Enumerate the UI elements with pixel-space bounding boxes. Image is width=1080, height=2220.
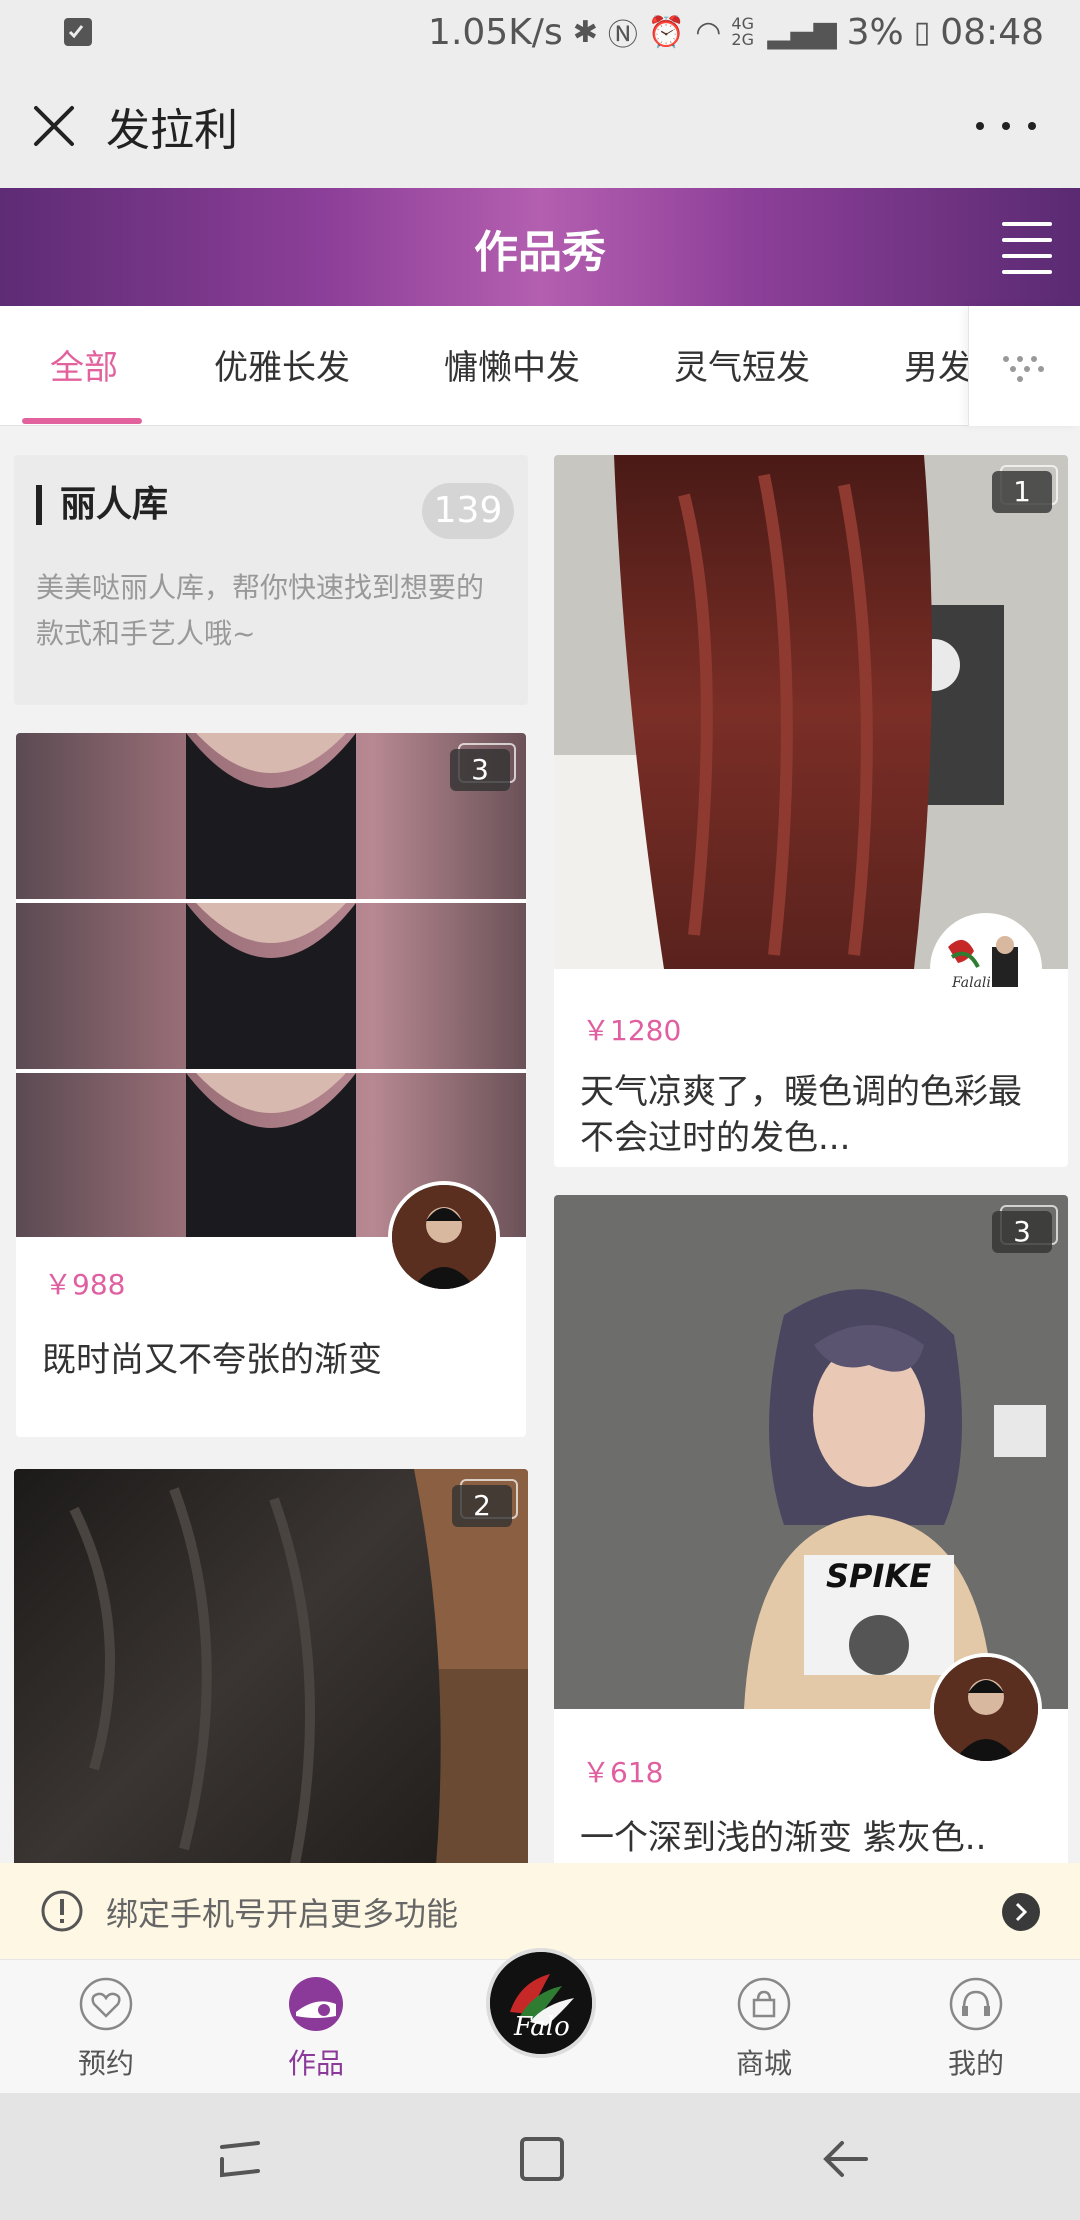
nav-label: 作品: [287, 2047, 344, 2080]
battery-percent: 3%: [846, 11, 904, 53]
back-icon[interactable]: [816, 2133, 876, 2185]
work-card[interactable]: 3 ￥988 既时尚又不夸张的渐变: [16, 733, 526, 1437]
page-title: 作品秀: [474, 227, 606, 278]
library-count-badge: 139: [422, 483, 514, 539]
stylist-avatar[interactable]: [388, 1181, 500, 1293]
status-indicators: 1.05K/s ✱ Ⓝ ⏰ ◠ 4G 2G ▂▄▆ 3% ▯ 08:48: [428, 8, 1044, 56]
tab-mens-hair[interactable]: 男发: [904, 340, 972, 389]
work-title: 天气凉爽了，暖色调的色彩最不会过时的发色...: [580, 1072, 1022, 1158]
recent-apps-icon[interactable]: [210, 2133, 270, 2185]
signal-label: 4G 2G: [731, 14, 754, 49]
alarm-icon: ⏰: [647, 14, 686, 50]
photo-count-badge: 2: [452, 1479, 518, 1527]
stylist-avatar[interactable]: [930, 1653, 1042, 1765]
more-tabs-button[interactable]: [968, 306, 1080, 426]
work-price: ￥988: [44, 1268, 126, 1301]
work-title: 一个深到浅的渐变 紫灰色..: [580, 1818, 987, 1858]
headset-icon: [949, 1977, 1003, 2031]
work-photo[interactable]: [14, 1469, 528, 1863]
category-tabs: 全部 优雅长发 慵懒中发 灵气短发 男发: [0, 306, 1080, 426]
page-banner: 作品秀: [0, 188, 1080, 306]
battery-icon: ▯: [913, 14, 931, 50]
tab-short-hair[interactable]: 灵气短发: [674, 340, 810, 389]
home-icon[interactable]: [512, 2133, 572, 2185]
photo-count-badge: 3: [450, 743, 516, 791]
active-tab-indicator: [22, 418, 142, 424]
stylist-avatar[interactable]: Falali: [930, 913, 1042, 1025]
work-card[interactable]: 2: [14, 1469, 528, 1863]
bluetooth-icon: ✱: [572, 14, 598, 50]
wifi-icon: ◠: [695, 14, 722, 50]
nav-shop[interactable]: 商城: [694, 1976, 834, 2082]
menu-icon[interactable]: [1002, 222, 1052, 274]
close-icon[interactable]: [28, 100, 80, 152]
library-title: 丽人库: [36, 485, 168, 525]
nav-me[interactable]: 我的: [906, 1976, 1046, 2082]
net-speed: 1.05K/s: [428, 11, 563, 53]
status-bar: 1.05K/s ✱ Ⓝ ⏰ ◠ 4G 2G ▂▄▆ 3% ▯ 08:48: [0, 0, 1080, 64]
library-card[interactable]: 丽人库 139 美美哒丽人库，帮你快速找到想要的款式和手艺人哦~: [14, 455, 528, 705]
work-card[interactable]: SPIKE 3 ￥618 一个深到浅的渐变 紫灰色..: [554, 1195, 1068, 1863]
bind-phone-notice[interactable]: 绑定手机号开启更多功能: [0, 1863, 1080, 1959]
work-photo[interactable]: [554, 455, 1068, 969]
work-price: ￥1280: [582, 1014, 682, 1047]
bottom-navigation: 预约 作品 Falo 商城 我的: [0, 1948, 1080, 2093]
nav-label: 我的: [947, 2047, 1004, 2080]
info-icon: [41, 1890, 83, 1932]
work-photo[interactable]: SPIKE: [554, 1195, 1068, 1709]
tab-all[interactable]: 全部: [50, 340, 118, 389]
signal-icon: ▂▄▆: [767, 14, 837, 50]
clock: 08:48: [940, 11, 1044, 53]
nav-label: 预约: [77, 2047, 134, 2080]
bag-icon: [737, 1977, 791, 2031]
nav-works[interactable]: 作品: [246, 1976, 386, 2082]
tab-medium-hair[interactable]: 慵懒中发: [444, 340, 580, 389]
system-navigation-bar: [0, 2093, 1080, 2220]
photo-count-badge: 3: [992, 1205, 1058, 1253]
brand-logo-text: Falo: [514, 2012, 570, 2042]
work-title: 既时尚又不夸张的渐变: [42, 1340, 382, 1380]
grid-dots-icon: [1003, 356, 1047, 382]
works-icon: [289, 1977, 343, 2031]
work-photo[interactable]: [16, 733, 526, 1237]
more-options-icon[interactable]: [976, 104, 1036, 148]
chevron-right-icon[interactable]: [1002, 1893, 1040, 1931]
brand-logo[interactable]: Falo: [486, 1948, 596, 2058]
works-feed[interactable]: 丽人库 139 美美哒丽人库，帮你快速找到想要的款式和手艺人哦~ 3 ￥988 …: [0, 427, 1080, 1863]
notice-text: 绑定手机号开启更多功能: [106, 1895, 459, 1933]
tab-long-hair[interactable]: 优雅长发: [214, 340, 350, 389]
avatar-caption: Falali: [952, 975, 991, 991]
shirt-print-text: SPIKE: [826, 1557, 932, 1595]
app-header: 发拉利: [0, 64, 1080, 188]
nav-appointment[interactable]: 预约: [36, 1976, 176, 2082]
work-price: ￥618: [582, 1756, 664, 1789]
work-card[interactable]: 1 Falali ￥1280 天气凉爽了，暖色调的色彩最不会过时的发色...: [554, 455, 1068, 1167]
library-description: 美美哒丽人库，帮你快速找到想要的款式和手艺人哦~: [36, 571, 485, 650]
photo-count-badge: 1: [992, 465, 1058, 513]
app-title: 发拉利: [106, 105, 238, 156]
sim-card-icon: [64, 18, 92, 46]
nav-label: 商城: [735, 2047, 792, 2080]
heart-icon: [79, 1977, 133, 2031]
nfc-icon: Ⓝ: [607, 18, 638, 53]
